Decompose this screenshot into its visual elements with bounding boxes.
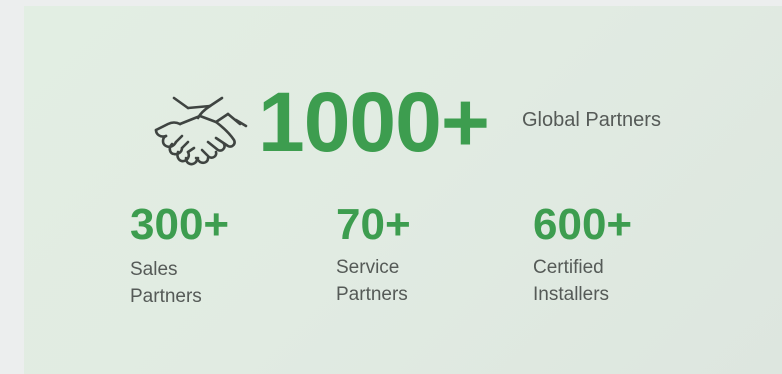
stat-certified-installers: 600+ Certified Installers [533,198,632,308]
stat-value: 600+ [533,200,633,249]
stat-service-partners: 70+ Service Partners [336,198,411,308]
global-partners-label: Global Partners [522,109,661,131]
stat-label: Sales Partners [130,259,202,307]
stat-value: 300+ [130,200,230,249]
global-partners-count: 1000+ [258,75,490,169]
partners-stats-panel: 1000+ Global Partners [24,6,782,374]
handshake-icon [154,96,248,166]
stat-label: Service Partners [336,257,408,305]
stat-value: 70+ [336,200,411,249]
stat-sales-partners: 300+ Sales Partners [130,198,229,310]
stat-label: Certified Installers [533,257,610,305]
